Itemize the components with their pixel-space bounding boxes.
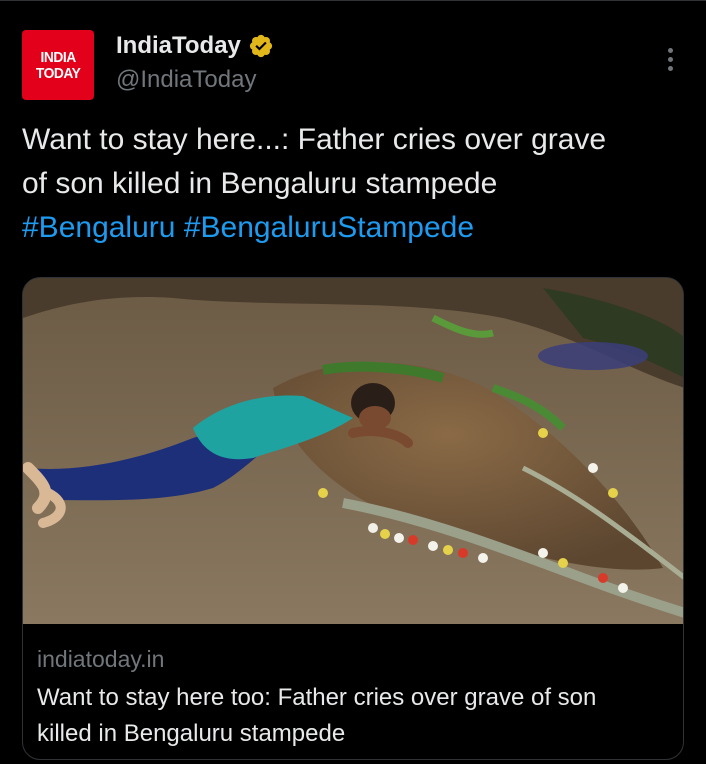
link-card-domain[interactable]: indiatoday.in xyxy=(37,646,164,673)
link-card-title[interactable]: Want to stay here too: Father cries over… xyxy=(37,680,677,752)
verified-badge-icon xyxy=(249,34,273,58)
account-display-name-row[interactable]: IndiaToday xyxy=(116,32,274,60)
top-divider xyxy=(0,0,706,1)
tweet-text: Want to stay here...: Father cries over … xyxy=(22,118,692,250)
hashtag-link[interactable]: #Bengaluru xyxy=(22,211,175,244)
avatar-logo-line2: TODAY xyxy=(35,64,81,82)
hashtag-link[interactable]: #BengaluruStampede xyxy=(184,211,474,244)
tweet-text-line: of son killed in Bengaluru stampede xyxy=(22,167,498,200)
link-card-title-line: killed in Bengaluru stampede xyxy=(37,720,346,747)
hashtag-row: #Bengaluru #BengaluruStampede xyxy=(22,206,692,250)
more-options-icon[interactable] xyxy=(658,42,682,76)
tweet-text-line: Want to stay here...: Father cries over … xyxy=(22,123,607,156)
avatar-logo-line1: INDIA xyxy=(40,48,76,66)
link-card-title-line: Want to stay here too: Father cries over… xyxy=(37,684,597,711)
link-card-image[interactable] xyxy=(23,278,684,624)
account-handle[interactable]: @IndiaToday xyxy=(116,66,256,94)
display-name[interactable]: IndiaToday xyxy=(116,32,241,60)
link-card[interactable]: indiatoday.in Want to stay here too: Fat… xyxy=(22,277,684,760)
avatar[interactable]: INDIA TODAY xyxy=(22,30,94,100)
